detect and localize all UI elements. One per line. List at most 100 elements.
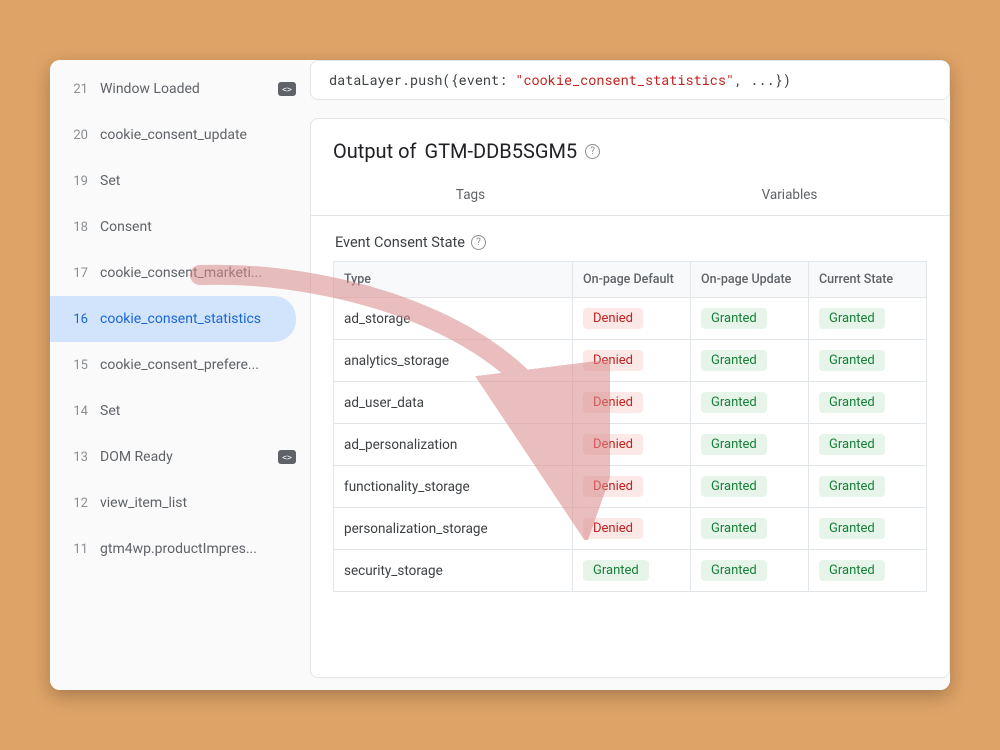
status-badge: Granted: [819, 392, 885, 413]
output-panel: Output of GTM-DDB5SGM5 ? Tags Variables …: [310, 118, 950, 678]
code-string: "cookie_consent_statistics": [515, 71, 734, 89]
status-badge: Granted: [819, 434, 885, 455]
status-badge: Granted: [819, 308, 885, 329]
code-prefix: dataLayer.push({event:: [329, 71, 515, 89]
sidebar-item-number: 12: [70, 496, 88, 511]
cell-type: security_storage: [334, 550, 573, 592]
help-icon[interactable]: ?: [585, 144, 600, 159]
tab-variables[interactable]: Variables: [630, 177, 949, 215]
sidebar-item-label: cookie_consent_marketi...: [100, 265, 296, 281]
output-title-prefix: Output of: [333, 139, 416, 163]
cell-update: Granted: [691, 424, 809, 466]
cell-update: Granted: [691, 466, 809, 508]
sidebar-item[interactable]: 18 Consent: [50, 204, 310, 250]
sidebar-item[interactable]: 17 cookie_consent_marketi...: [50, 250, 310, 296]
consent-table: Type On-page Default On-page Update Curr…: [333, 261, 927, 592]
col-update: On-page Update: [691, 262, 809, 298]
cell-state: Granted: [809, 466, 927, 508]
sidebar-item[interactable]: 21Window Loaded<>: [50, 66, 310, 112]
cell-update: Granted: [691, 298, 809, 340]
cell-state: Granted: [809, 382, 927, 424]
sidebar-item-number: 16: [70, 312, 88, 327]
cell-default: Denied: [573, 466, 691, 508]
tab-tags[interactable]: Tags: [311, 177, 630, 215]
cell-update: Granted: [691, 340, 809, 382]
cell-update: Granted: [691, 382, 809, 424]
sidebar-item[interactable]: 13 DOM Ready <>: [50, 434, 310, 480]
sidebar-item-number: 11: [70, 542, 88, 557]
table-row: analytics_storage Denied Granted Granted: [334, 340, 927, 382]
status-badge: Granted: [701, 518, 767, 539]
status-badge: Granted: [701, 476, 767, 497]
sidebar-item-number: 15: [70, 358, 88, 373]
cell-type: analytics_storage: [334, 340, 573, 382]
sidebar-item-number: 20: [70, 128, 88, 143]
col-default: On-page Default: [573, 262, 691, 298]
status-badge: Granted: [819, 518, 885, 539]
cell-type: personalization_storage: [334, 508, 573, 550]
status-badge: Denied: [583, 434, 643, 455]
cell-default: Denied: [573, 340, 691, 382]
sidebar-item[interactable]: 19 Set: [50, 158, 310, 204]
sidebar-item[interactable]: 12 view_item_list: [50, 480, 310, 526]
sidebar-item-label: Set: [100, 403, 296, 419]
cell-type: ad_user_data: [334, 382, 573, 424]
help-icon[interactable]: ?: [471, 235, 486, 250]
cell-state: Granted: [809, 550, 927, 592]
output-title: Output of GTM-DDB5SGM5 ?: [333, 139, 927, 163]
event-sidebar: 21Window Loaded<> 20 cookie_consent_update…: [50, 60, 310, 690]
status-badge: Granted: [819, 350, 885, 371]
sidebar-item-label: Set: [100, 173, 296, 189]
cell-state: Granted: [809, 508, 927, 550]
status-badge: Granted: [819, 476, 885, 497]
container-id: GTM-DDB5SGM5: [424, 139, 577, 163]
code-icon: <>: [278, 450, 296, 464]
sidebar-item-label: cookie_consent_update: [100, 127, 296, 143]
section-title-text: Event Consent State: [335, 234, 465, 251]
cell-type: ad_storage: [334, 298, 573, 340]
table-row: security_storage Granted Granted Granted: [334, 550, 927, 592]
col-type: Type: [334, 262, 573, 298]
cell-state: Granted: [809, 298, 927, 340]
cell-update: Granted: [691, 550, 809, 592]
sidebar-item-label: cookie_consent_statistics: [100, 311, 282, 327]
sidebar-item[interactable]: 20 cookie_consent_update: [50, 112, 310, 158]
sidebar-item-label: DOM Ready: [100, 449, 266, 465]
sidebar-item[interactable]: 16 cookie_consent_statistics: [50, 296, 296, 342]
cell-default: Denied: [573, 382, 691, 424]
sidebar-item[interactable]: 14 Set: [50, 388, 310, 434]
table-row: ad_storageDenied Granted Granted: [334, 298, 927, 340]
cell-update: Granted: [691, 508, 809, 550]
status-badge: Granted: [701, 308, 767, 329]
table-header-row: Type On-page Default On-page Update Curr…: [334, 262, 927, 298]
sidebar-item-number: 14: [70, 404, 88, 419]
cell-state: Granted: [809, 340, 927, 382]
status-badge: Denied: [583, 476, 643, 497]
output-tabs: Tags Variables: [311, 177, 949, 216]
sidebar-item-number: 17: [70, 266, 88, 281]
main-panel: dataLayer.push({event: "cookie_consent_s…: [310, 60, 950, 690]
cell-type: functionality_storage: [334, 466, 573, 508]
cell-type: ad_personalization: [334, 424, 573, 466]
table-row: ad_user_data Denied Granted Granted: [334, 382, 927, 424]
status-badge: Granted: [701, 560, 767, 581]
sidebar-item-label: view_item_list: [100, 495, 296, 511]
sidebar-item-label: Consent: [100, 219, 296, 235]
sidebar-item[interactable]: 11gtm4wp.productImpres...: [50, 526, 310, 572]
cell-default: Denied: [573, 298, 691, 340]
status-badge: Denied: [583, 518, 643, 539]
status-badge: Denied: [583, 392, 643, 413]
section-title: Event Consent State ?: [335, 234, 927, 251]
sidebar-item[interactable]: 15cookie_consent_prefere...: [50, 342, 310, 388]
sidebar-item-number: 19: [70, 174, 88, 189]
cell-default: Denied: [573, 424, 691, 466]
sidebar-item-number: 13: [70, 450, 88, 465]
status-badge: Granted: [583, 560, 649, 581]
status-badge: Denied: [583, 350, 643, 371]
code-suffix: , ...}): [734, 71, 791, 89]
datalayer-code: dataLayer.push({event: "cookie_consent_s…: [310, 60, 950, 100]
table-row: personalization_storage Denied Granted Gran…: [334, 508, 927, 550]
sidebar-item-label: Window Loaded: [100, 81, 266, 97]
sidebar-item-number: 18: [70, 220, 88, 235]
status-badge: Granted: [701, 350, 767, 371]
